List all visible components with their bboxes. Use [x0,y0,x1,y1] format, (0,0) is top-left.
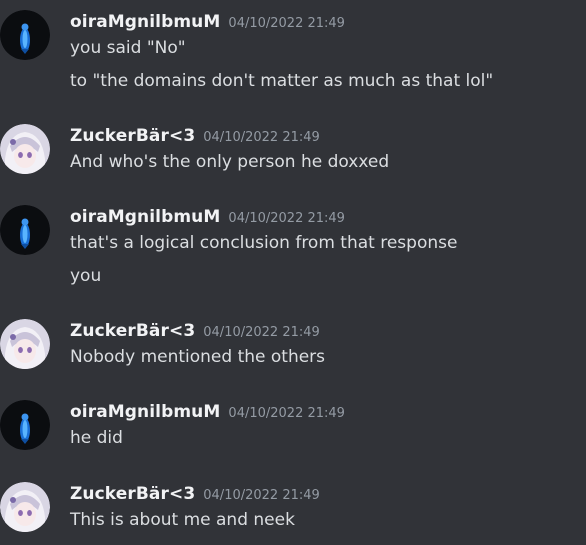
message-text: you said "No" [70,38,186,58]
timestamp[interactable]: 04/10/2022 21:49 [203,130,320,145]
message-text: that's a logical conclusion from that re… [70,233,458,253]
avatar[interactable] [0,124,50,174]
anime-girl-avatar-icon [0,124,50,174]
username[interactable]: oiraMgnilbmuM [70,207,220,227]
message-text: to "the domains don't matter as much as … [70,71,494,91]
avatar[interactable] [0,482,50,532]
username[interactable]: ZuckerBär<3 [70,484,195,504]
username[interactable]: oiraMgnilbmuM [70,12,220,32]
timestamp[interactable]: 04/10/2022 21:49 [203,488,320,503]
anime-girl-avatar-icon [0,482,50,532]
timestamp[interactable]: 04/10/2022 21:49 [228,16,345,31]
timestamp[interactable]: 04/10/2022 21:49 [228,211,345,226]
message-text: This is about me and neek [70,510,295,530]
message-header: oiraMgnilbmuM 04/10/2022 21:49 [70,207,345,229]
anime-girl-avatar-icon [0,319,50,369]
message-header: ZuckerBär<3 04/10/2022 21:49 [70,321,320,343]
timestamp[interactable]: 04/10/2022 21:49 [203,325,320,340]
avatar[interactable] [0,400,50,450]
message-text: he did [70,428,123,448]
timestamp[interactable]: 04/10/2022 21:49 [228,406,345,421]
chat-message-list: oiraMgnilbmuM 04/10/2022 21:49 you said "… [0,0,586,545]
username[interactable]: ZuckerBär<3 [70,321,195,341]
message-header: ZuckerBär<3 04/10/2022 21:49 [70,484,320,506]
username[interactable]: ZuckerBär<3 [70,126,195,146]
message-text: And who's the only person he doxxed [70,152,390,172]
message-header: oiraMgnilbmuM 04/10/2022 21:49 [70,12,345,34]
message-header: oiraMgnilbmuM 04/10/2022 21:49 [70,402,345,424]
message-header: ZuckerBär<3 04/10/2022 21:49 [70,126,320,148]
avatar[interactable] [0,319,50,369]
dark-avatar-icon [0,205,50,255]
message-text: Nobody mentioned the others [70,347,326,367]
username[interactable]: oiraMgnilbmuM [70,402,220,422]
avatar[interactable] [0,205,50,255]
message-text: you [70,266,102,286]
avatar[interactable] [0,10,50,60]
dark-avatar-icon [0,10,50,60]
dark-avatar-icon [0,400,50,450]
